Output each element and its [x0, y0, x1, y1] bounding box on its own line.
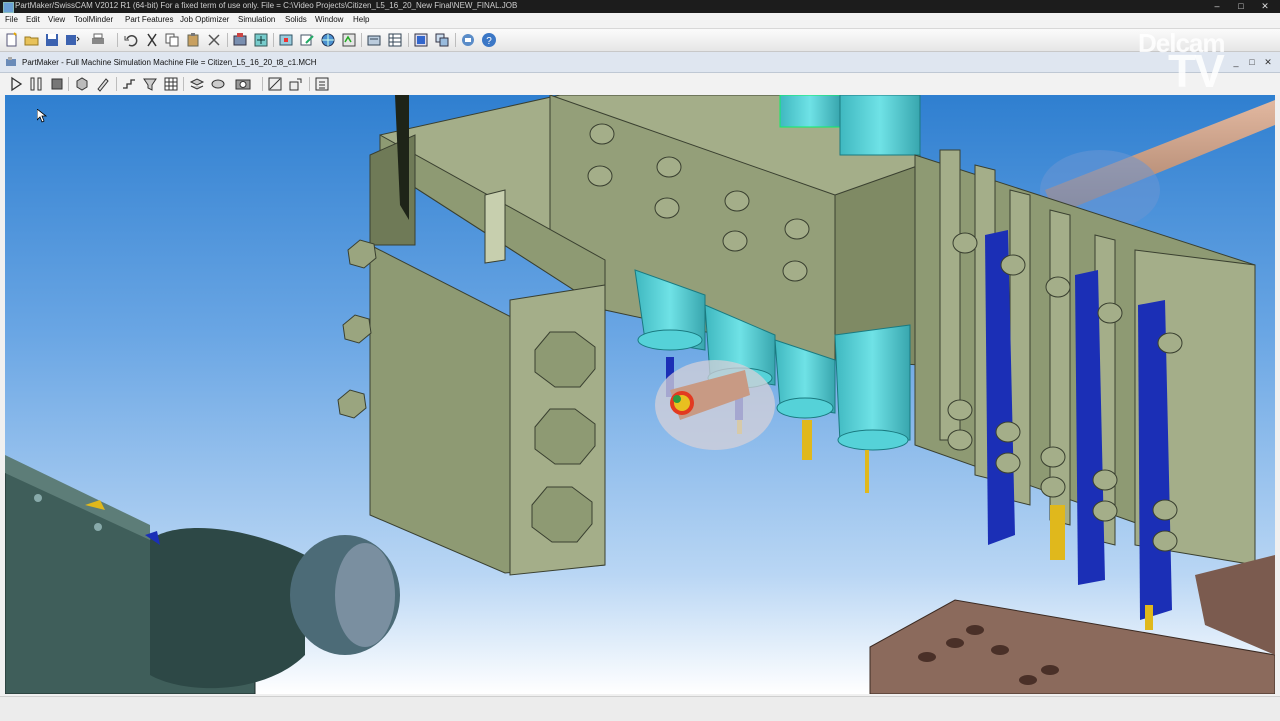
- settings-icon[interactable]: [314, 76, 330, 92]
- simulation-toolbar: [0, 73, 1280, 95]
- menu-toolminder[interactable]: ToolMinder: [74, 15, 113, 24]
- grid-icon[interactable]: [163, 76, 179, 92]
- delete-icon[interactable]: [206, 32, 222, 48]
- app-icon: [3, 2, 14, 13]
- measure-icon[interactable]: [267, 76, 283, 92]
- machine-scene: [5, 95, 1275, 694]
- simulation-viewport[interactable]: [5, 95, 1275, 694]
- job-icon[interactable]: [253, 32, 269, 48]
- rotate-icon[interactable]: [210, 76, 226, 92]
- step-icon[interactable]: [121, 76, 137, 92]
- window-icon[interactable]: [413, 32, 429, 48]
- simulation-window-icon: [6, 57, 16, 66]
- help-icon[interactable]: ?: [481, 32, 497, 48]
- menu-job-optimizer[interactable]: Job Optimizer: [180, 15, 229, 24]
- layers-icon[interactable]: [189, 76, 205, 92]
- minimize-button[interactable]: –: [1206, 0, 1228, 12]
- process-icon[interactable]: [341, 32, 357, 48]
- menu-simulation[interactable]: Simulation: [238, 15, 275, 24]
- paste-icon[interactable]: [185, 32, 201, 48]
- open-icon[interactable]: [24, 32, 40, 48]
- window-title: PartMaker/SwissCAM V2012 R1 (64-bit) For…: [15, 1, 518, 10]
- menu-part-features[interactable]: Part Features: [125, 15, 173, 24]
- machine-icon[interactable]: [232, 32, 248, 48]
- globe-icon[interactable]: [320, 32, 336, 48]
- menu-window[interactable]: Window: [315, 15, 343, 24]
- print-icon[interactable]: [90, 32, 106, 48]
- tool-icon[interactable]: [278, 32, 294, 48]
- menu-file[interactable]: File: [5, 15, 18, 24]
- status-bar: [0, 696, 1280, 721]
- table-icon[interactable]: [387, 32, 403, 48]
- undo-icon[interactable]: [123, 32, 139, 48]
- menu-help[interactable]: Help: [353, 15, 369, 24]
- menu-bar: File Edit View ToolMinder Part Features …: [0, 13, 1280, 29]
- delcam-tv-watermark: Delcam TV: [1134, 26, 1252, 97]
- copy-icon[interactable]: [164, 32, 180, 48]
- main-toolbar: ?: [0, 29, 1280, 52]
- window-titlebar: PartMaker/SwissCAM V2012 R1 (64-bit) For…: [0, 0, 1280, 13]
- mouse-cursor-icon: [37, 109, 47, 123]
- menu-edit[interactable]: Edit: [26, 15, 40, 24]
- setup-icon[interactable]: [366, 32, 382, 48]
- simulation-window-titlebar: PartMaker - Full Machine Simulation Mach…: [0, 52, 1280, 73]
- edit-icon[interactable]: [299, 32, 315, 48]
- sub-spindle: [5, 455, 400, 694]
- phone-icon[interactable]: [460, 32, 476, 48]
- save-as-icon[interactable]: [64, 32, 80, 48]
- close-button[interactable]: ✕: [1254, 0, 1276, 12]
- camera-icon[interactable]: [235, 76, 251, 92]
- lower-fixture: [869, 555, 1275, 694]
- filter-icon[interactable]: [142, 76, 158, 92]
- pencil-icon[interactable]: [95, 76, 111, 92]
- subwindow-close-button[interactable]: ✕: [1262, 57, 1274, 67]
- menu-solids[interactable]: Solids: [285, 15, 307, 24]
- menu-view[interactable]: View: [48, 15, 65, 24]
- layout-icon[interactable]: [434, 32, 450, 48]
- watermark-line2: TV: [1168, 45, 1225, 97]
- save-icon[interactable]: [44, 32, 60, 48]
- cut-icon[interactable]: [144, 32, 160, 48]
- hex-bolts-clamp: [531, 331, 596, 543]
- solid-icon[interactable]: [74, 76, 90, 92]
- workpiece: [655, 360, 775, 450]
- fit-icon[interactable]: [288, 76, 304, 92]
- new-icon[interactable]: [4, 32, 20, 48]
- simulation-window-title: PartMaker - Full Machine Simulation Mach…: [22, 58, 317, 67]
- maximize-button[interactable]: □: [1230, 0, 1252, 12]
- stop-icon[interactable]: [49, 76, 65, 92]
- svg-text:?: ?: [486, 36, 492, 47]
- right-gang-block: [914, 149, 1256, 630]
- play-icon[interactable]: [8, 76, 24, 92]
- pause-icon[interactable]: [28, 76, 44, 92]
